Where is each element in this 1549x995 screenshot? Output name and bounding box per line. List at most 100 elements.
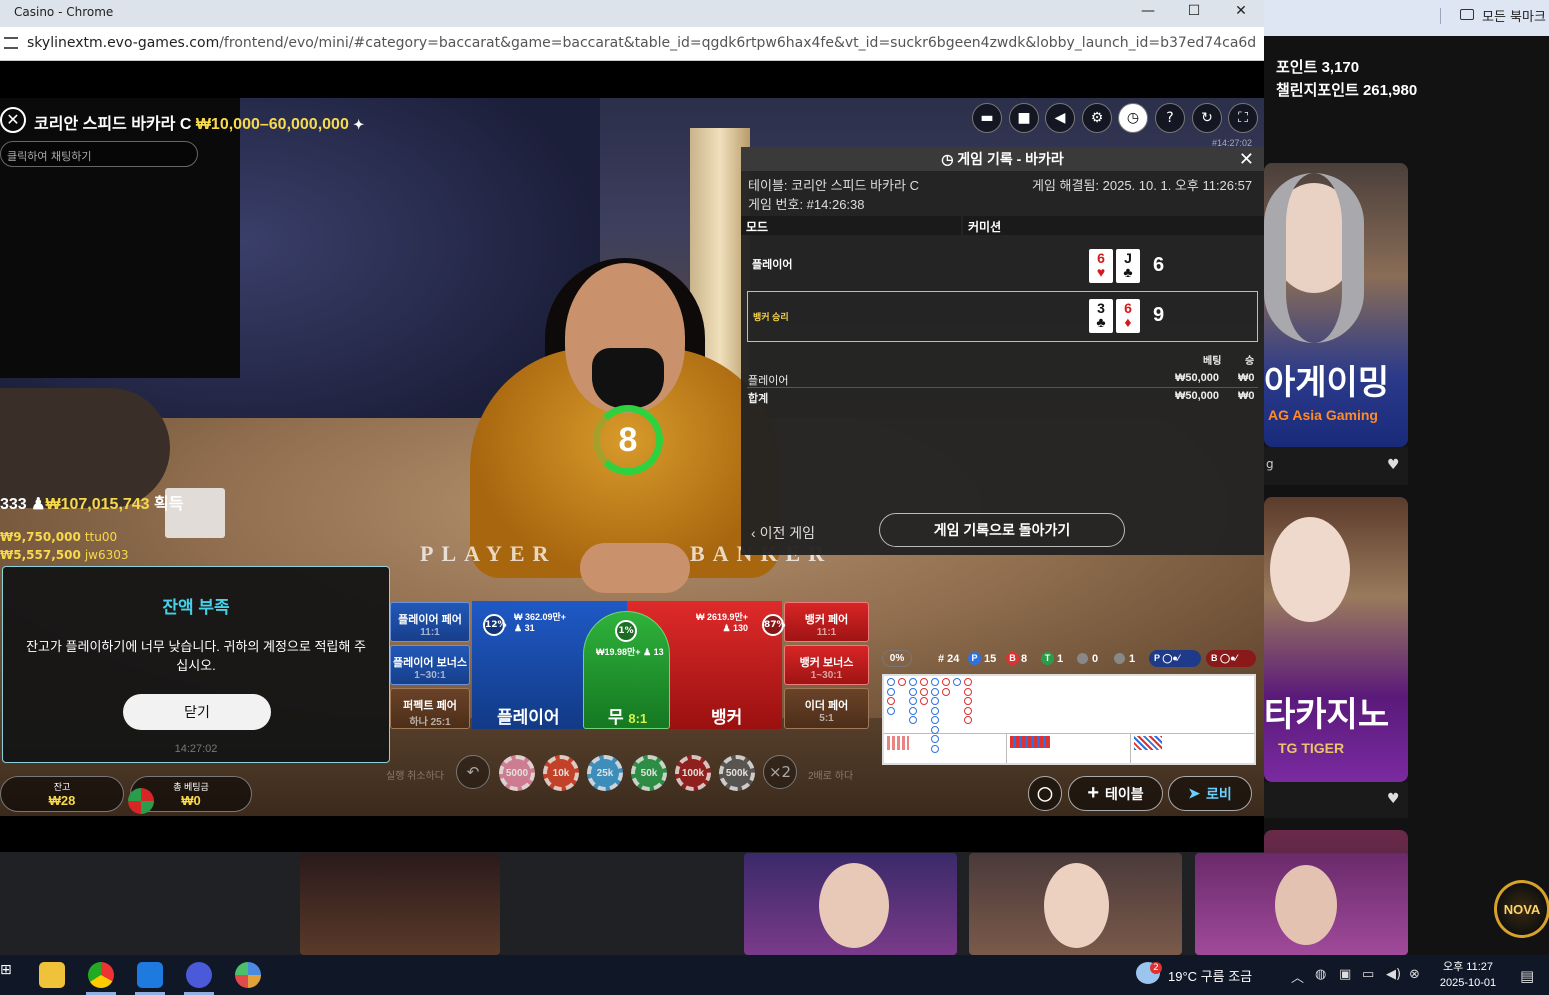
promo-hair: [1264, 173, 1364, 343]
user-icon: ♟: [31, 496, 46, 513]
clock-time: 오후 11:27: [1442, 961, 1493, 973]
perfect-pair-bet[interactable]: 퍼펙트 페어 하나 25:1: [390, 688, 470, 729]
tray-app-icon[interactable]: ◍: [1315, 967, 1326, 982]
road-cell: [931, 706, 939, 715]
address-bar[interactable]: skylinextm.evo-games.com/frontend/evo/mi…: [0, 27, 1264, 61]
player-bonus-bet[interactable]: 플레이어 보너스 1~30:1: [390, 645, 470, 685]
refresh-icon[interactable]: ↻: [1192, 103, 1222, 133]
road-cell: [920, 678, 928, 686]
paint-icon[interactable]: [235, 962, 261, 988]
roadmap-percent: 0%: [882, 650, 912, 667]
lobby-button[interactable]: ➤ 로비: [1168, 776, 1252, 811]
history-game-number: 게임 번호: #14:26:38: [748, 197, 865, 212]
heart-icon[interactable]: ♥: [1387, 791, 1400, 807]
app-icon[interactable]: [137, 962, 163, 988]
heart-icon[interactable]: ♥: [1387, 457, 1400, 473]
url-text[interactable]: skylinextm.evo-games.com/frontend/evo/mi…: [27, 35, 1257, 51]
roadmap-round: # 24: [938, 653, 960, 665]
video-icon[interactable]: ■: [1009, 103, 1039, 133]
site-info-icon[interactable]: [4, 37, 18, 49]
history-clock-icon: ◷: [941, 151, 958, 167]
previous-game-link[interactable]: ‹ 이전 게임: [751, 523, 815, 543]
banker-pair-count: 1: [1129, 653, 1136, 665]
chat-bubble-button[interactable]: ◯: [1028, 776, 1062, 811]
road-cell: [964, 706, 972, 715]
chip-500k[interactable]: 500k: [719, 755, 755, 791]
banker-percent: 87%: [762, 614, 786, 636]
recent-winner: ₩9,750,000 ttu00: [0, 530, 118, 544]
all-bookmarks-link[interactable]: 모든 북마크: [1482, 6, 1546, 25]
chip-stack-icon: [128, 788, 154, 814]
fullscreen-icon[interactable]: ⛶: [1228, 103, 1258, 133]
dialog-time: 14:27:02: [174, 743, 218, 755]
pin-icon[interactable]: ✦: [353, 117, 364, 132]
dealer-hands: [580, 543, 690, 593]
title-bar: Casino - Chrome — ☐ ✕: [0, 0, 1264, 27]
banker-pair-bet[interactable]: 뱅커 페어 11:1: [784, 602, 869, 642]
help-icon[interactable]: ?: [1155, 103, 1185, 133]
history-icon[interactable]: ◷: [1118, 103, 1148, 133]
chip-10k[interactable]: 10k: [543, 755, 579, 791]
video-person: [0, 98, 240, 378]
add-table-button[interactable]: + 테이블: [1068, 776, 1163, 811]
player-predict-button[interactable]: P ◯●⁄: [1149, 650, 1201, 667]
game-thumbnail[interactable]: [744, 853, 957, 955]
chevron-left-icon: ‹: [751, 525, 760, 541]
dialog-close-button[interactable]: 닫기: [123, 694, 271, 730]
promo-card-tg[interactable]: 타카지노 TG TIGER: [1264, 497, 1408, 782]
either-pair-bet[interactable]: 이더 페어 5:1: [784, 688, 869, 729]
close-window-icon[interactable]: ✕: [1221, 3, 1261, 23]
chat-input[interactable]: 클릭하여 채팅하기: [0, 141, 198, 167]
chat-icon[interactable]: ▬: [972, 103, 1002, 133]
banker-bonus-bet[interactable]: 뱅커 보너스 1~30:1: [784, 645, 869, 685]
game-app-icon[interactable]: [186, 962, 212, 988]
volume-tray-icon[interactable]: ◀): [1386, 967, 1401, 982]
game-thumbnail[interactable]: [969, 853, 1182, 955]
back-to-history-button[interactable]: 게임 기록으로 돌아가기: [879, 513, 1125, 547]
game-thumbnail[interactable]: [1195, 853, 1408, 955]
promo-card-ag[interactable]: 아게이밍 AG Asia Gaming: [1264, 163, 1408, 447]
chevron-up-icon[interactable]: ︿: [1291, 967, 1304, 986]
chip-50k[interactable]: 50k: [631, 755, 667, 791]
maximize-icon[interactable]: ☐: [1174, 3, 1214, 23]
tray-keyboard-icon[interactable]: ▣: [1339, 967, 1351, 982]
start-icon[interactable]: ⊞: [0, 962, 12, 988]
road-cell: [931, 687, 939, 696]
bet-header: 베팅: [1203, 356, 1222, 367]
close-history-icon[interactable]: ✕: [1239, 147, 1254, 171]
undo-icon[interactable]: ↶: [456, 755, 490, 789]
file-explorer-icon[interactable]: [39, 962, 65, 988]
banker-card-2: 6 ♦: [1116, 299, 1140, 333]
roadmap[interactable]: [882, 674, 1256, 765]
banker-predict-button[interactable]: B ◯●⁄: [1206, 650, 1256, 667]
chip-5000[interactable]: 5000: [499, 755, 535, 791]
notification-icon[interactable]: ▤: [1520, 967, 1534, 985]
road-cell: [931, 678, 939, 686]
player-score: 6: [1153, 254, 1165, 276]
network-icon[interactable]: ▭: [1362, 967, 1374, 982]
close-game-icon[interactable]: ✕: [0, 107, 26, 133]
chip-100k[interactable]: 100k: [675, 755, 711, 791]
volume-icon[interactable]: ◀: [1045, 103, 1075, 133]
roadmap-divider: [1130, 733, 1131, 763]
mute-status-icon[interactable]: ⊗: [1409, 967, 1420, 982]
settings-icon[interactable]: ⚙: [1082, 103, 1112, 133]
dealer-mask: [592, 348, 664, 408]
tie-dot-icon: T: [1041, 652, 1054, 665]
road-cell: [964, 678, 972, 686]
player-pair-bet[interactable]: 플레이어 페어 11:1: [390, 602, 470, 642]
clock[interactable]: 오후 11:27 2025-10-01: [1430, 959, 1506, 991]
weather-text[interactable]: 19°C 구름 조금: [1168, 966, 1252, 985]
chip-25k[interactable]: 25k: [587, 755, 623, 791]
history-header: ◷ 게임 기록 - 바카라: [741, 147, 1264, 171]
player-card-1: 6 ♥: [1089, 249, 1113, 283]
col-commission: 커미션: [963, 216, 1264, 235]
table-name: 코리안 스피드 바카라 C: [34, 116, 192, 133]
nova-logo[interactable]: NOVA: [1494, 880, 1549, 938]
minimize-icon[interactable]: —: [1128, 3, 1168, 23]
double-button[interactable]: ×2: [763, 755, 797, 789]
history-table: 테이블: 코리안 스피드 바카라 C: [748, 178, 919, 193]
roadmap-divider: [1006, 733, 1007, 763]
history-player-row: 플레이어: [747, 243, 1258, 285]
chrome-icon[interactable]: [88, 962, 114, 988]
